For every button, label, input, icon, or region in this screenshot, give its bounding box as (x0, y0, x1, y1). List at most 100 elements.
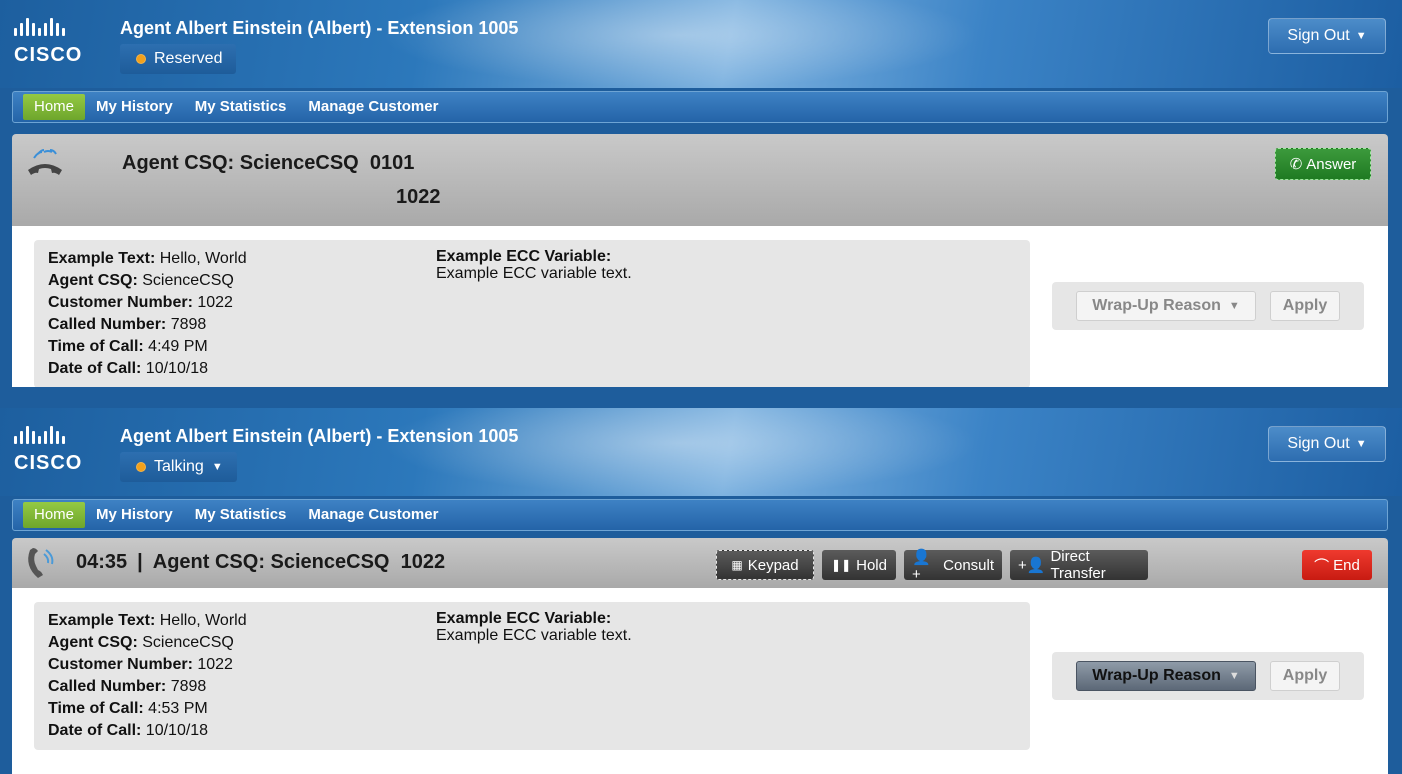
date-of-call-value: 10/10/18 (145, 360, 209, 377)
call-info-box: Example Text: Hello, World Agent CSQ: Sc… (34, 240, 1030, 387)
consult-button[interactable]: 👤+ Consult (904, 548, 1002, 583)
cisco-logo-bars-icon (14, 18, 65, 36)
ecc-variable: Example ECC Variable: Example ECC variab… (436, 610, 632, 644)
wrap-up-area: Wrap-Up Reason ▼ Apply (1052, 652, 1364, 700)
wrap-up-reason-dropdown[interactable]: Wrap-Up Reason ▼ (1076, 661, 1256, 691)
date-of-call-value: 10/10/18 (145, 722, 209, 739)
agent-state-label: Reserved (154, 50, 223, 67)
sign-out-label: Sign Out (1287, 435, 1350, 452)
cisco-logo-bars-icon (14, 426, 65, 444)
call-control-bar: 04:35 | Agent CSQ: ScienceCSQ 1022 ▦ Keypa… (12, 538, 1388, 588)
end-label: End (1333, 556, 1360, 574)
time-of-call-label: Time of Call: (48, 700, 144, 717)
wrap-up-reason-label: Wrap-Up Reason (1092, 667, 1221, 684)
agent-csq-label: Agent CSQ: (48, 272, 138, 289)
caret-down-icon: ▼ (1355, 30, 1367, 42)
nav-home[interactable]: Home (23, 502, 86, 528)
nav-manage-customer[interactable]: Manage Customer (297, 502, 449, 528)
header-separator: | (137, 551, 143, 573)
hold-button[interactable]: ❚❚ Hold (822, 550, 896, 580)
date-of-call-label: Date of Call: (48, 722, 142, 739)
agent-csq-value: ScienceCSQ (142, 634, 234, 651)
wrap-up-reason-dropdown[interactable]: Wrap-Up Reason ▼ (1076, 291, 1256, 321)
cisco-logo-text: CISCO (14, 452, 83, 474)
apply-button[interactable]: Apply (1270, 291, 1340, 321)
wrap-up-reason-label: Wrap-Up Reason (1092, 297, 1221, 314)
answer-label: Answer (1306, 155, 1357, 173)
call-details: Example Text: Hello, World Agent CSQ: Sc… (12, 226, 1388, 387)
agent-state: Reserved (120, 44, 237, 74)
keypad-label: Keypad (747, 556, 799, 574)
direct-transfer-label: Direct Transfer (1050, 548, 1106, 582)
consult-label: Consult (943, 556, 994, 574)
time-of-call-value: 4:49 PM (148, 338, 208, 355)
phone-ringing-icon (28, 149, 62, 175)
phone-icon: ✆ (1289, 156, 1303, 173)
nav-bar: Home My History My Statistics Manage Cus… (12, 91, 1388, 123)
call-variables: Example Text: Hello, World Agent CSQ: Sc… (48, 248, 247, 380)
sign-out-button[interactable]: Sign Out ▼ (1268, 426, 1386, 462)
example-text-value: Hello, World (159, 612, 247, 629)
phone-icon (28, 548, 54, 578)
called-number-value: 7898 (170, 316, 207, 333)
agent-title: Agent Albert Einstein (Albert) - Extensi… (120, 18, 519, 38)
time-of-call-label: Time of Call: (48, 338, 144, 355)
agent-csq-value: ScienceCSQ (142, 272, 234, 289)
customer-number-value: 1022 (197, 294, 233, 311)
keypad-icon: ▦ (731, 558, 743, 572)
transfer-icon: +👤 (1018, 557, 1046, 574)
nav-my-history[interactable]: My History (85, 502, 184, 528)
nav-my-statistics[interactable]: My Statistics (184, 94, 298, 120)
call-timer: 04:35 (76, 551, 128, 573)
hold-label: Hold (856, 556, 887, 574)
hold-icon: ❚❚ (831, 558, 852, 572)
example-text-value: Hello, World (159, 250, 247, 267)
caret-down-icon: ▼ (1228, 670, 1240, 682)
end-call-button[interactable]: ⌒ End (1302, 550, 1372, 580)
call-variables: Example Text: Hello, World Agent CSQ: Sc… (48, 610, 247, 742)
caret-down-icon: ▼ (1228, 300, 1240, 312)
consult-icon: 👤+ (912, 548, 931, 583)
customer-number-label: Customer Number: (48, 294, 193, 311)
csq-title: Agent CSQ: ScienceCSQ 0101 (122, 152, 415, 174)
caret-down-icon: ▼ (211, 461, 223, 473)
agent-state-label: Talking (154, 458, 204, 475)
nav-manage-customer[interactable]: Manage Customer (297, 94, 449, 120)
ecc-variable: Example ECC Variable: Example ECC variab… (436, 248, 632, 282)
agent-panel-talking: CISCO Agent Albert Einstein (Albert) - E… (0, 408, 1402, 774)
example-text-label: Example Text: (48, 612, 156, 629)
call-control-bar: Agent CSQ: ScienceCSQ 0101 1022 ✆ Answer (12, 134, 1388, 226)
called-number-value: 7898 (170, 678, 207, 695)
called-number-label: Called Number: (48, 316, 167, 333)
nav-bar: Home My History My Statistics Manage Cus… (12, 499, 1388, 531)
state-dot-icon (136, 462, 146, 472)
state-dot-icon (136, 54, 146, 64)
time-of-call-value: 4:53 PM (148, 700, 208, 717)
csq-title: Agent CSQ: ScienceCSQ 1022 (152, 551, 446, 573)
csq-header: 04:35 | Agent CSQ: ScienceCSQ 1022 (76, 551, 445, 574)
agent-title: Agent Albert Einstein (Albert) - Extensi… (120, 426, 519, 446)
header: CISCO Agent Albert Einstein (Albert) - E… (0, 408, 1402, 496)
apply-button[interactable]: Apply (1270, 661, 1340, 691)
agent-csq-label: Agent CSQ: (48, 634, 138, 651)
nav-home[interactable]: Home (23, 94, 86, 120)
call-info-box: Example Text: Hello, World Agent CSQ: Sc… (34, 602, 1030, 750)
answer-button[interactable]: ✆ Answer (1275, 148, 1371, 180)
keypad-button[interactable]: ▦ Keypad (716, 550, 814, 580)
direct-transfer-button[interactable]: +👤 Direct Transfer (1010, 548, 1148, 582)
nav-my-history[interactable]: My History (85, 94, 184, 120)
nav-my-statistics[interactable]: My Statistics (184, 502, 298, 528)
ecc-variable-value: Example ECC variable text. (436, 265, 632, 282)
wrap-up-area: Wrap-Up Reason ▼ Apply (1052, 282, 1364, 330)
call-details: Example Text: Hello, World Agent CSQ: Sc… (12, 588, 1388, 774)
example-text-label: Example Text: (48, 250, 156, 267)
ecc-variable-label: Example ECC Variable: (436, 610, 612, 627)
ecc-variable-label: Example ECC Variable: (436, 248, 612, 265)
customer-number-value: 1022 (197, 656, 233, 673)
sign-out-label: Sign Out (1287, 27, 1350, 44)
customer-number: 1022 (396, 186, 441, 208)
header: CISCO Agent Albert Einstein (Albert) - E… (0, 0, 1402, 88)
cisco-logo-text: CISCO (14, 44, 83, 66)
agent-state-dropdown[interactable]: Talking ▼ (120, 452, 237, 482)
sign-out-button[interactable]: Sign Out ▼ (1268, 18, 1386, 54)
